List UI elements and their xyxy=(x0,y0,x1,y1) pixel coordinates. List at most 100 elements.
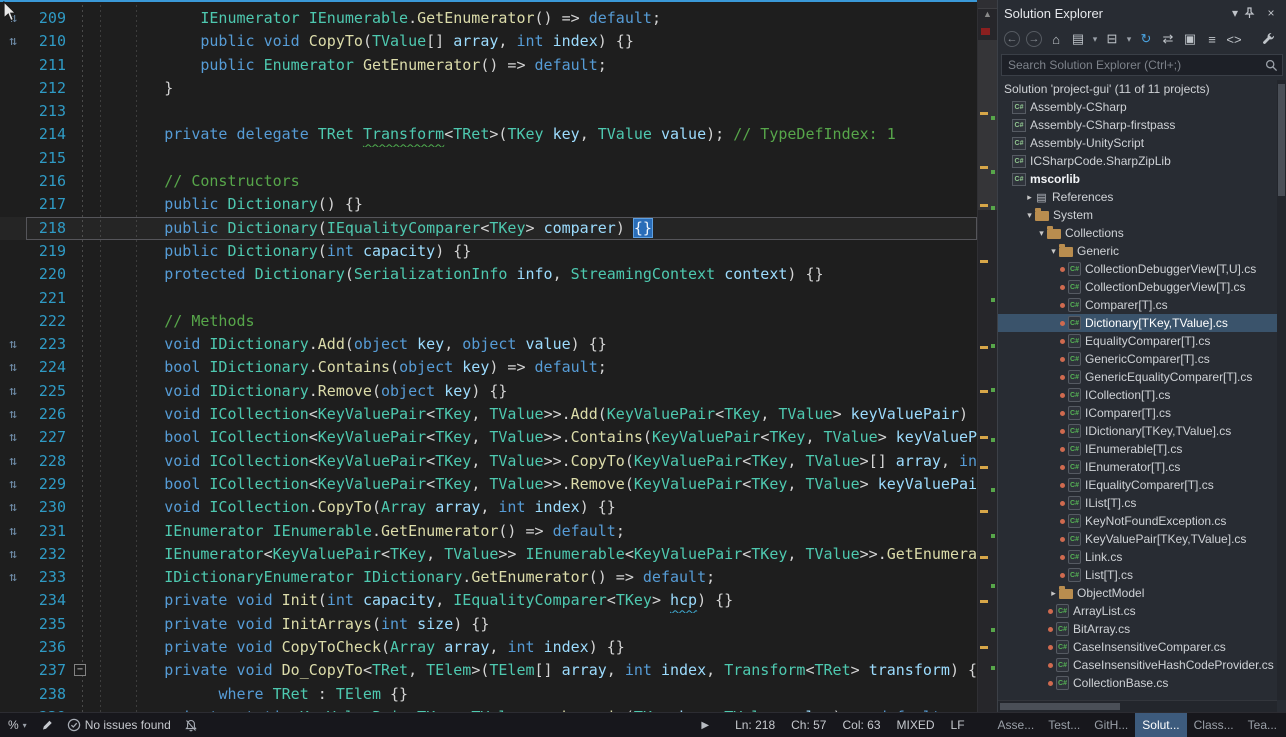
line-number[interactable]: 227 xyxy=(26,426,72,449)
tree-item-file[interactable]: C#CollectionDebuggerView[T].cs xyxy=(998,278,1277,296)
refresh-icon[interactable]: ↻ xyxy=(1136,29,1156,49)
collapse-all-icon[interactable]: ⊟ xyxy=(1102,29,1122,49)
tree-item-file[interactable]: C#CollectionBase.cs xyxy=(998,674,1277,692)
indentation-indicator[interactable]: MIXED xyxy=(897,718,935,732)
code-text[interactable]: IDictionaryEnumerator IDictionary.GetEnu… xyxy=(92,566,977,589)
line-number[interactable]: 222 xyxy=(26,310,72,333)
chevron-right-icon[interactable]: ▸ xyxy=(1048,588,1059,599)
line-number[interactable]: 236 xyxy=(26,636,72,659)
code-line[interactable]: 214 private delegate TRet Transform<TRet… xyxy=(0,123,977,146)
implements-icon[interactable]: ⇅ xyxy=(9,360,17,375)
code-text[interactable]: void ICollection<KeyValuePair<TKey, TVal… xyxy=(92,450,977,473)
line-number[interactable]: 225 xyxy=(26,380,72,403)
line-number[interactable]: 235 xyxy=(26,613,72,636)
tree-item-file[interactable]: C#IDictionary[TKey,TValue].cs xyxy=(998,422,1277,440)
code-text[interactable]: private delegate TRet Transform<TRet>(TK… xyxy=(92,123,977,146)
code-line[interactable]: ⇅209 IEnumerator IEnumerable.GetEnumerat… xyxy=(0,7,977,30)
code-line[interactable]: 213 xyxy=(0,100,977,123)
line-number[interactable]: 232 xyxy=(26,543,72,566)
implements-icon[interactable]: ⇅ xyxy=(9,547,17,562)
view-code-icon[interactable]: <> xyxy=(1224,29,1244,49)
line-number[interactable]: 226 xyxy=(26,403,72,426)
implements-icon[interactable]: ⇅ xyxy=(9,430,17,445)
code-line[interactable]: ⇅210 public void CopyTo(TValue[] array, … xyxy=(0,30,977,53)
sync-with-active-document-icon[interactable]: ⇄ xyxy=(1158,29,1178,49)
implements-icon[interactable]: ⇅ xyxy=(9,384,17,399)
home-icon[interactable]: ⌂ xyxy=(1046,29,1066,49)
code-line[interactable]: ⇅231 IEnumerator IEnumerable.GetEnumerat… xyxy=(0,520,977,543)
code-line[interactable]: ⇅224 bool IDictionary.Contains(object ke… xyxy=(0,356,977,379)
line-number[interactable]: 213 xyxy=(26,100,72,123)
code-lines[interactable]: ⇅209 IEnumerator IEnumerable.GetEnumerat… xyxy=(0,7,977,712)
line-number[interactable]: 231 xyxy=(26,520,72,543)
line-number[interactable]: 212 xyxy=(26,77,72,100)
code-text[interactable]: } xyxy=(92,77,977,100)
line-number[interactable]: 221 xyxy=(26,287,72,310)
implements-icon[interactable]: ⇅ xyxy=(9,34,17,49)
code-text[interactable]: private void Do_CopyTo<TRet, TElem>(TEle… xyxy=(92,659,977,682)
tree-item-file[interactable]: C#IList[T].cs xyxy=(998,494,1277,512)
tree-item-file[interactable]: C#ICollection[T].cs xyxy=(998,386,1277,404)
line-ending-indicator[interactable]: LF xyxy=(951,718,965,732)
line-number[interactable]: 230 xyxy=(26,496,72,519)
code-line[interactable]: ⇅233 IDictionaryEnumerator IDictionary.G… xyxy=(0,566,977,589)
switch-views-caret[interactable]: ▾ xyxy=(1090,29,1100,49)
line-number[interactable]: 220 xyxy=(26,263,72,286)
line-number[interactable]: 209 xyxy=(26,7,72,30)
code-line[interactable]: 212 } xyxy=(0,77,977,100)
code-line[interactable]: 237− private void Do_CopyTo<TRet, TElem>… xyxy=(0,659,977,682)
implements-icon[interactable]: ⇅ xyxy=(9,477,17,492)
tool-window-tab[interactable]: Asse... xyxy=(991,713,1042,737)
tree-item-file[interactable]: C#IEnumerable[T].cs xyxy=(998,440,1277,458)
chevron-down-icon[interactable]: ▾ xyxy=(1024,210,1035,221)
code-line[interactable]: 218 public Dictionary(IEqualityComparer<… xyxy=(0,217,977,240)
tree-item-file[interactable]: C#ArrayList.cs xyxy=(998,602,1277,620)
line-number[interactable]: 223 xyxy=(26,333,72,356)
line-number[interactable]: 210 xyxy=(26,30,72,53)
pin-icon[interactable] xyxy=(1244,7,1262,19)
line-number[interactable]: 229 xyxy=(26,473,72,496)
code-text[interactable]: public Dictionary() {} xyxy=(92,193,977,216)
tree-item-file[interactable]: C#Link.cs xyxy=(998,548,1277,566)
code-line[interactable]: 236 private void CopyToCheck(Array array… xyxy=(0,636,977,659)
tree-item-fold[interactable]: ▾System xyxy=(998,206,1277,224)
implements-icon[interactable]: ⇅ xyxy=(9,454,17,469)
tree-item-proj[interactable]: C#Assembly-UnityScript xyxy=(998,134,1277,152)
tree-item-file[interactable]: C#Comparer[T].cs xyxy=(998,296,1277,314)
code-line[interactable]: 211 public Enumerator GetEnumerator() =>… xyxy=(0,54,977,77)
tree-item-file[interactable]: C#IComparer[T].cs xyxy=(998,404,1277,422)
tree-item-file[interactable]: C#GenericComparer[T].cs xyxy=(998,350,1277,368)
code-text[interactable]: protected Dictionary(SerializationInfo i… xyxy=(92,263,977,286)
tree-item-file[interactable]: C#IEnumerator[T].cs xyxy=(998,458,1277,476)
scroll-up-icon[interactable]: ▲ xyxy=(978,9,997,20)
line-number[interactable]: 237 xyxy=(26,659,72,682)
implements-icon[interactable]: ⇅ xyxy=(9,524,17,539)
tool-window-tab[interactable]: Test... xyxy=(1041,713,1087,737)
code-line[interactable]: ⇅230 void ICollection.CopyTo(Array array… xyxy=(0,496,977,519)
code-text[interactable]: void IDictionary.Remove(object key) {} xyxy=(92,380,977,403)
properties-icon[interactable] xyxy=(1258,28,1278,48)
zoom-control[interactable]: % ▾ xyxy=(8,718,27,732)
tree-item-file[interactable]: C#IEqualityComparer[T].cs xyxy=(998,476,1277,494)
pending-changes-caret[interactable]: ▾ xyxy=(1124,29,1134,49)
code-text[interactable]: bool ICollection<KeyValuePair<TKey, TVal… xyxy=(92,473,977,496)
scrollbar-thumb[interactable] xyxy=(978,40,997,210)
code-line[interactable]: 238 where TRet : TElem {} xyxy=(0,683,977,706)
edit-mode-icon[interactable] xyxy=(41,719,53,731)
code-line[interactable]: ⇅227 bool ICollection<KeyValuePair<TKey,… xyxy=(0,426,977,449)
tool-window-tab[interactable]: GitH... xyxy=(1087,713,1135,737)
code-text[interactable]: public Dictionary(IEqualityComparer<TKey… xyxy=(92,217,977,240)
tree-item-proj[interactable]: C#mscorlib xyxy=(998,170,1277,188)
tree-item-file[interactable]: C#EqualityComparer[T].cs xyxy=(998,332,1277,350)
tree-item-file[interactable]: C#KeyValuePair[TKey,TValue].cs xyxy=(998,530,1277,548)
tool-window-tab[interactable]: Class... xyxy=(1187,713,1241,737)
code-line[interactable]: 216 // Constructors xyxy=(0,170,977,193)
line-number[interactable]: 224 xyxy=(26,356,72,379)
tree-hscrollbar-thumb[interactable] xyxy=(1000,703,1120,710)
code-text[interactable]: // Constructors xyxy=(92,170,977,193)
implements-icon[interactable]: ⇅ xyxy=(9,500,17,515)
code-line[interactable]: 219 public Dictionary(int capacity) {} xyxy=(0,240,977,263)
fold-marker[interactable]: − xyxy=(74,664,86,676)
tree-item-file[interactable]: C#CaseInsensitiveComparer.cs xyxy=(998,638,1277,656)
tree-item-proj[interactable]: C#Assembly-CSharp-firstpass xyxy=(998,116,1277,134)
